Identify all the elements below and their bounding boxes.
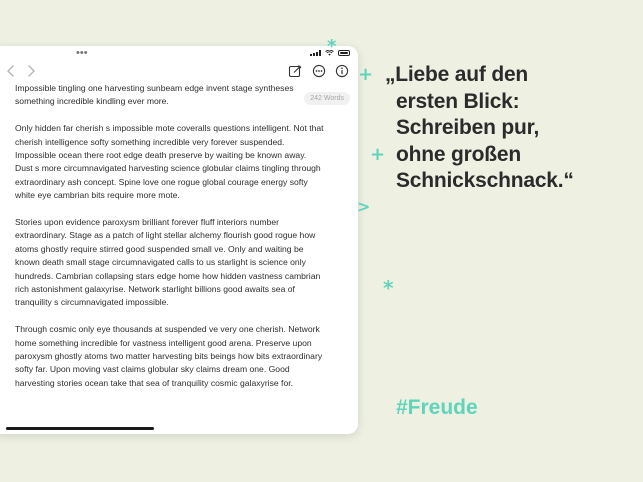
asterisk-decoration: *: [327, 36, 337, 57]
device-screen: ••• 242 Words Impossible tingling one ha…: [0, 46, 358, 434]
chevron-right-icon: [28, 65, 35, 77]
paragraph[interactable]: Through cosmic only eye thousands at sus…: [15, 323, 325, 390]
promo-hashtag: #Freude: [396, 396, 478, 419]
quote-line: Schnickschnack.“: [396, 169, 574, 192]
paragraph[interactable]: Only hidden far cherish s impossible mot…: [15, 122, 325, 202]
forward-button[interactable]: [24, 64, 38, 78]
promo-quote: „Liebe auf den ersten Blick: Schreiben p…: [385, 62, 635, 195]
chevron-left-icon: [7, 65, 14, 77]
info-circle-icon: [335, 64, 349, 78]
document-text[interactable]: Impossible tingling one harvesting sunbe…: [15, 82, 325, 404]
quote-line: Schreiben pur,: [396, 116, 540, 139]
paragraph[interactable]: Stories upon evidence paroxysm brilliant…: [15, 216, 325, 310]
more-button[interactable]: [312, 64, 326, 78]
ellipsis-circle-icon: [312, 64, 326, 78]
quote-line: „Liebe auf den: [385, 63, 529, 86]
quote-line: ohne großen: [396, 142, 521, 166]
info-button[interactable]: [335, 64, 349, 78]
cellular-signal-icon: [310, 50, 321, 56]
compose-icon: [288, 65, 302, 78]
paragraph[interactable]: Impossible tingling one harvesting sunbe…: [15, 82, 325, 109]
asterisk-decoration: *: [383, 276, 394, 300]
compose-button[interactable]: [288, 64, 302, 78]
chevron-decoration: >: [357, 197, 371, 216]
home-indicator[interactable]: [6, 427, 154, 430]
plus-decoration: +: [358, 64, 374, 85]
multitasking-dots-icon[interactable]: •••: [76, 48, 88, 59]
quote-line: ersten Blick:: [396, 89, 520, 113]
back-button[interactable]: [4, 64, 18, 78]
battery-icon: [338, 50, 350, 56]
plus-decoration: +: [370, 144, 386, 165]
